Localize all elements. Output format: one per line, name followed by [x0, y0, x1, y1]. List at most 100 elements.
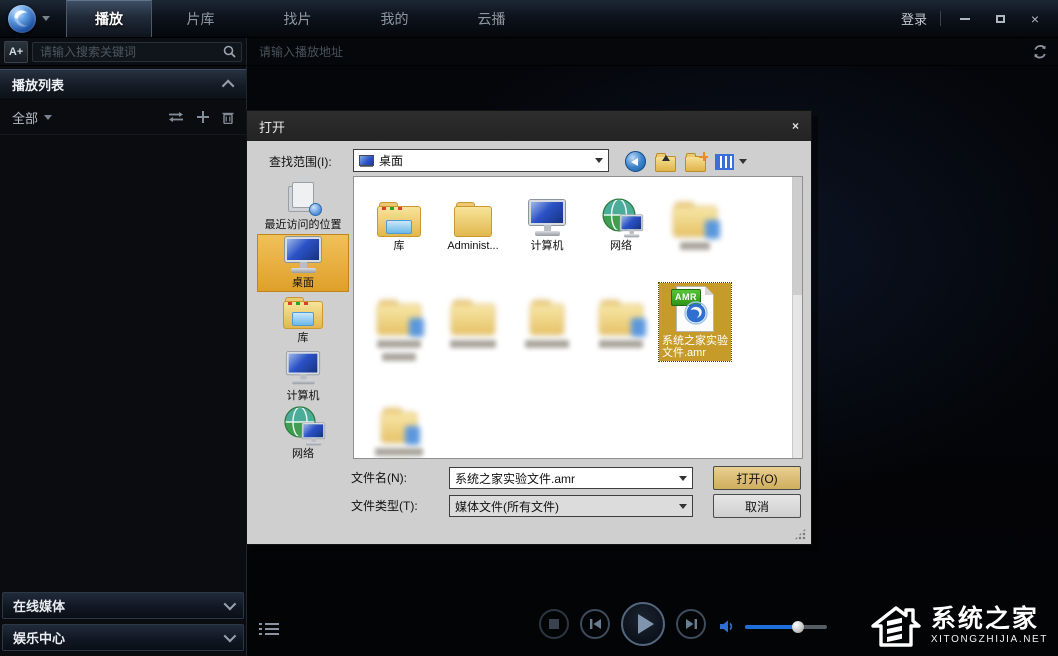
font-size-button[interactable]: A+	[4, 40, 28, 63]
views-menu-button[interactable]	[715, 153, 734, 170]
playlist-header[interactable]: 播放列表	[0, 69, 246, 100]
chevron-up-icon	[221, 79, 235, 93]
file-item-selected-amr[interactable]: AMR 系统之家实验文件.amr	[658, 282, 732, 362]
file-item-redacted[interactable]	[362, 391, 436, 458]
new-folder-sparkle-icon	[699, 151, 708, 161]
file-row-3	[362, 391, 436, 458]
up-one-level-button[interactable]	[655, 152, 676, 172]
watermark: 系统之家 XITONGZHIJIA.NET	[868, 602, 1048, 650]
speaker-icon[interactable]	[719, 619, 736, 634]
place-computer[interactable]: 计算机	[257, 348, 349, 404]
tab-cloud[interactable]: 云播	[443, 0, 540, 37]
tab-play[interactable]: 播放	[66, 0, 152, 37]
network-icon	[283, 405, 325, 445]
place-recent[interactable]: 最近访问的位置	[257, 178, 349, 234]
play-button[interactable]	[621, 602, 665, 646]
stop-button[interactable]	[539, 609, 569, 639]
redacted-label	[525, 340, 569, 348]
place-label: 库	[297, 331, 309, 344]
selected-file-tile[interactable]: AMR 系统之家实验文件.amr	[658, 282, 732, 362]
house-logo-icon	[871, 606, 921, 647]
play-address-input[interactable]	[257, 43, 1032, 60]
watermark-text: 系统之家 XITONGZHIJIA.NET	[931, 607, 1048, 645]
search-input[interactable]	[38, 43, 223, 60]
file-list-scrollbar[interactable]	[792, 177, 802, 458]
views-caret-icon[interactable]	[739, 159, 747, 164]
tab-library[interactable]: 片库	[152, 0, 249, 37]
app-logo-icon[interactable]	[8, 4, 36, 33]
place-label: 最近访问的位置	[264, 218, 342, 231]
titlebar-separator	[940, 11, 941, 26]
file-item-redacted[interactable]	[584, 283, 658, 361]
login-button[interactable]: 登录	[901, 9, 927, 28]
file-item-computer[interactable]: 计算机	[510, 185, 584, 253]
file-item-network[interactable]: 网络	[584, 185, 658, 253]
cancel-button[interactable]: 取消	[713, 494, 801, 518]
desktop-mini-icon	[359, 155, 374, 166]
file-type-combo[interactable]: 媒体文件(所有文件)	[449, 495, 693, 517]
playlist-filter-row: 全部	[0, 100, 246, 135]
tab-mine[interactable]: 我的	[346, 0, 443, 37]
file-item-redacted[interactable]	[510, 283, 584, 361]
player-controls	[539, 602, 706, 646]
playlist-toggle-icon[interactable]	[259, 620, 279, 638]
volume-slider[interactable]	[745, 620, 827, 633]
maximize-icon	[995, 14, 1005, 23]
previous-button[interactable]	[580, 609, 610, 639]
watermark-site-url: XITONGZHIJIA.NET	[930, 634, 1048, 645]
address-area	[247, 38, 1058, 66]
volume-knob[interactable]	[792, 620, 805, 633]
maximize-button[interactable]	[989, 10, 1011, 28]
minimize-button[interactable]	[954, 10, 976, 28]
add-file-icon[interactable]	[197, 111, 209, 123]
place-network[interactable]: 网络	[257, 404, 349, 460]
file-item-label: Administ...	[447, 240, 499, 252]
look-in-value: 桌面	[379, 154, 404, 168]
app-window: 播放 片库 找片 我的 云播 登录 × A+ 请输入搜索关键词 请输入播放地址 …	[0, 0, 1058, 656]
file-name-label: 文件名(N):	[351, 471, 407, 485]
filter-all-dropdown[interactable]: 全部	[12, 108, 38, 127]
look-in-dropdown[interactable]: 桌面	[353, 149, 609, 172]
file-name-combo[interactable]	[449, 467, 693, 489]
play-mode-icon[interactable]	[168, 111, 184, 123]
place-desktop[interactable]: 桌面	[257, 234, 349, 292]
online-media-label: 在线媒体	[13, 599, 66, 614]
playlist-header-label: 播放列表	[12, 78, 65, 93]
file-list: 库 Administ... 计算机 网络 AMR 系统之家实验文件.amr	[353, 176, 803, 459]
watermark-site-name: 系统之家	[930, 605, 1039, 633]
search-box	[32, 41, 242, 62]
online-media-bar[interactable]: 在线媒体	[2, 592, 244, 619]
dialog-titlebar[interactable]: 打开 ×	[247, 111, 811, 141]
delete-icon[interactable]	[222, 111, 234, 124]
file-item-label: 库	[393, 240, 405, 252]
place-label: 桌面	[292, 277, 314, 289]
minimize-icon	[960, 17, 970, 20]
back-button[interactable]	[625, 151, 646, 172]
file-item-administrator[interactable]: Administ...	[436, 185, 510, 253]
file-item-redacted[interactable]	[362, 283, 436, 361]
entertainment-center-bar[interactable]: 娱乐中心	[2, 624, 244, 651]
file-item-redacted[interactable]	[436, 283, 510, 361]
tab-find[interactable]: 找片	[249, 0, 346, 37]
new-folder-button[interactable]	[685, 151, 708, 172]
open-button[interactable]: 打开(O)	[713, 466, 801, 490]
search-icon[interactable]	[223, 45, 236, 58]
dialog-close-button[interactable]: ×	[792, 119, 799, 133]
filter-caret-icon	[44, 114, 53, 120]
refresh-icon[interactable]	[1032, 44, 1048, 59]
file-name-input[interactable]	[455, 471, 679, 485]
libraries-icon	[283, 296, 323, 329]
main-menu-caret-icon[interactable]	[42, 16, 50, 21]
file-item-redacted[interactable]	[658, 185, 732, 253]
file-name-caret-icon[interactable]	[679, 475, 687, 481]
close-button[interactable]: ×	[1024, 10, 1046, 28]
entertainment-center-label: 娱乐中心	[13, 631, 66, 646]
file-item-libraries[interactable]: 库	[362, 185, 436, 253]
redacted-label	[599, 340, 643, 348]
place-libraries[interactable]: 库	[257, 292, 349, 348]
scrollbar-thumb[interactable]	[793, 177, 802, 295]
next-button[interactable]	[676, 609, 706, 639]
toolbar-row: A+	[0, 38, 1058, 66]
places-bar: 最近访问的位置 桌面 库 计算机 网络	[257, 178, 349, 460]
resize-grip[interactable]	[794, 528, 806, 540]
